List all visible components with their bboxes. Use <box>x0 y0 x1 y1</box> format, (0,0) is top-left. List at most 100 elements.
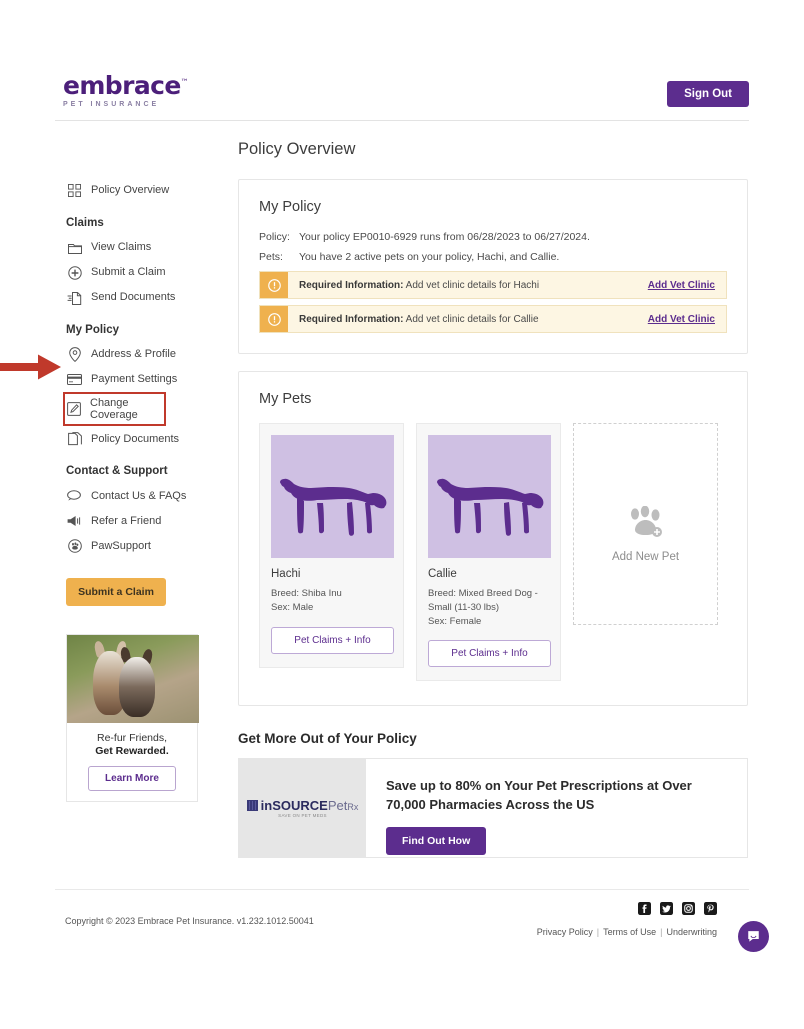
footer-separator: | <box>660 927 663 937</box>
learn-more-button[interactable]: Learn More <box>88 766 176 792</box>
policy-row-label: Policy: <box>259 231 290 243</box>
sidebar-item-contact-us-faqs[interactable]: Contact Us & FAQs <box>66 483 241 508</box>
sign-out-button[interactable]: Sign Out <box>667 81 749 107</box>
sidebar-item-label: Payment Settings <box>91 373 178 386</box>
policy-row-pets: Pets: You have 2 active pets on your pol… <box>259 251 727 263</box>
sidebar-item-policy-overview[interactable]: Policy Overview <box>66 178 241 203</box>
alert-label: Required Information: <box>299 279 404 291</box>
get-more-section-title: Get More Out of Your Policy <box>238 731 417 747</box>
sidebar-item-label: Submit a Claim <box>91 266 166 279</box>
sidebar-item-view-claims[interactable]: View Claims <box>66 235 241 260</box>
pet-breed-value: Shiba Inu <box>301 588 342 599</box>
logo-wordmark: embrace <box>63 71 181 100</box>
pinterest-icon[interactable] <box>704 902 717 915</box>
submit-a-claim-button[interactable]: Submit a Claim <box>66 578 166 607</box>
promo-headline: Save up to 80% on Your Pet Prescriptions… <box>386 778 692 813</box>
add-vet-clinic-link[interactable]: Add Vet Clinic <box>648 280 715 291</box>
sidebar-item-policy-documents[interactable]: Policy Documents <box>66 426 241 451</box>
copy-documents-icon <box>67 431 82 446</box>
sidebar-item-refer-a-friend[interactable]: Refer a Friend <box>66 508 241 533</box>
chat-icon <box>748 931 759 942</box>
sidebar-group-claims: Claims <box>66 217 104 229</box>
pet-meta: Breed: Mixed Breed Dog - Small (11-30 lb… <box>428 587 549 628</box>
policy-row-value: You have 2 active pets on your policy, H… <box>299 251 560 263</box>
sidebar-item-label: View Claims <box>91 241 152 254</box>
alert-detail: Add vet clinic details for Hachi <box>403 279 540 291</box>
pet-photo <box>428 435 551 558</box>
pet-photo <box>271 435 394 558</box>
megaphone-icon <box>67 513 82 528</box>
credit-card-icon <box>67 372 82 387</box>
copyright-text: Copyright © 2023 Embrace Pet Insurance. … <box>65 916 314 926</box>
alert-banner: Required Information: Add vet clinic det… <box>259 305 727 333</box>
trademark-icon: ™ <box>180 77 189 87</box>
referral-promo-card[interactable]: Re-fur Friends, Get Rewarded. Learn More <box>66 634 199 803</box>
insource-petrx-logo: in SOURCE Pet Rx SAVE ON PET MEDS <box>239 759 366 858</box>
insource-petrx-promo-card: in SOURCE Pet Rx SAVE ON PET MEDS Save up t… <box>238 758 748 859</box>
send-document-icon <box>67 290 82 305</box>
add-vet-clinic-link[interactable]: Add Vet Clinic <box>648 314 715 325</box>
my-policy-title: My Policy <box>259 199 322 215</box>
alert-banner: Required Information: Add vet clinic det… <box>259 271 727 299</box>
my-pets-title: My Pets <box>259 391 312 407</box>
pet-breed-label: Breed: <box>271 588 299 599</box>
plus-circle-icon <box>67 265 82 280</box>
pets-grid: Hachi Breed: Shiba Inu Sex: Male Pet Cla… <box>259 423 727 682</box>
annotation-arrow-icon <box>0 354 61 380</box>
location-pin-icon <box>67 347 82 362</box>
logo-subtitle: PET INSURANCE <box>63 101 160 108</box>
sidebar-item-label: Change Coverage <box>90 397 138 422</box>
grid-icon <box>67 183 82 198</box>
edit-pencil-icon <box>66 402 81 417</box>
footer-separator: | <box>596 927 600 937</box>
sidebar-item-submit-a-claim[interactable]: Submit a Claim <box>66 260 241 285</box>
sidebar-item-address-profile[interactable]: Address & Profile <box>66 342 241 367</box>
sidebar-group-contact-support: Contact & Support <box>66 465 168 478</box>
sidebar-item-label: Refer a Friend <box>91 514 162 527</box>
pet-sex-label: Sex: <box>428 615 448 627</box>
paw-circle-icon <box>67 538 82 553</box>
twitter-icon[interactable] <box>660 902 673 915</box>
site-header: embrace™ PET INSURANCE Sign Out <box>55 55 749 121</box>
logo-pet: Pet <box>327 797 348 813</box>
underwriting-link[interactable]: Underwriting <box>666 927 717 937</box>
sidebar-nav: Policy Overview Claims View Claims Submi… <box>63 178 241 803</box>
pet-sex-value: Male <box>292 601 314 613</box>
alert-label: Required Information: <box>299 313 404 325</box>
facebook-icon[interactable] <box>638 902 651 915</box>
alert-info-icon <box>260 306 288 332</box>
embrace-logo[interactable]: embrace™ PET INSURANCE <box>63 71 189 108</box>
terms-of-use-link[interactable]: Terms of Use <box>603 927 656 937</box>
pet-sex-label: Sex: <box>271 601 291 613</box>
pet-card: Hachi Breed: Shiba Inu Sex: Male Pet Cla… <box>259 423 404 668</box>
chat-widget-button[interactable] <box>738 921 769 952</box>
sidebar-item-label: Send Documents <box>91 291 176 304</box>
alert-text: Required Information: Add vet clinic det… <box>299 314 539 325</box>
add-new-pet-label: Add New Pet <box>611 551 680 563</box>
logo-tagline: SAVE ON PET MEDS <box>278 812 327 818</box>
folder-icon <box>67 240 82 255</box>
dog-silhouette-icon <box>436 478 543 536</box>
footer-links: Privacy Policy | Terms of Use | Underwriting <box>537 927 717 937</box>
sidebar-item-send-documents[interactable]: Send Documents <box>66 285 241 310</box>
pet-claims-info-button[interactable]: Pet Claims + Info <box>428 640 551 668</box>
find-out-how-button[interactable]: Find Out How <box>386 826 487 855</box>
sidebar-item-payment-settings[interactable]: Payment Settings <box>66 367 241 392</box>
pet-claims-info-button[interactable]: Pet Claims + Info <box>271 626 394 654</box>
privacy-policy-link[interactable]: Privacy Policy <box>537 927 593 937</box>
sidebar-item-label: Address & Profile <box>91 348 176 361</box>
policy-row-policy: Policy: Your policy EP0010-6929 runs fro… <box>259 231 727 243</box>
alert-info-icon <box>260 272 288 298</box>
alert-body: Required Information: Add vet clinic det… <box>288 272 726 298</box>
sidebar-item-label: Policy Documents <box>91 432 180 445</box>
referral-promo-line1: Re-fur Friends, <box>96 732 168 745</box>
instagram-icon[interactable] <box>682 902 695 915</box>
sidebar-item-label: Contact Us & FAQs <box>91 489 187 502</box>
sidebar-item-pawsupport[interactable]: PawSupport <box>66 533 241 558</box>
add-new-pet-card[interactable]: Add New Pet <box>573 423 718 625</box>
pet-breed-label: Breed: <box>428 588 456 599</box>
alert-body: Required Information: Add vet clinic det… <box>288 306 726 332</box>
sidebar-item-change-coverage[interactable]: Change Coverage <box>63 392 166 427</box>
pet-sex-value: Female <box>449 615 482 627</box>
chat-bubble-icon <box>67 488 82 503</box>
